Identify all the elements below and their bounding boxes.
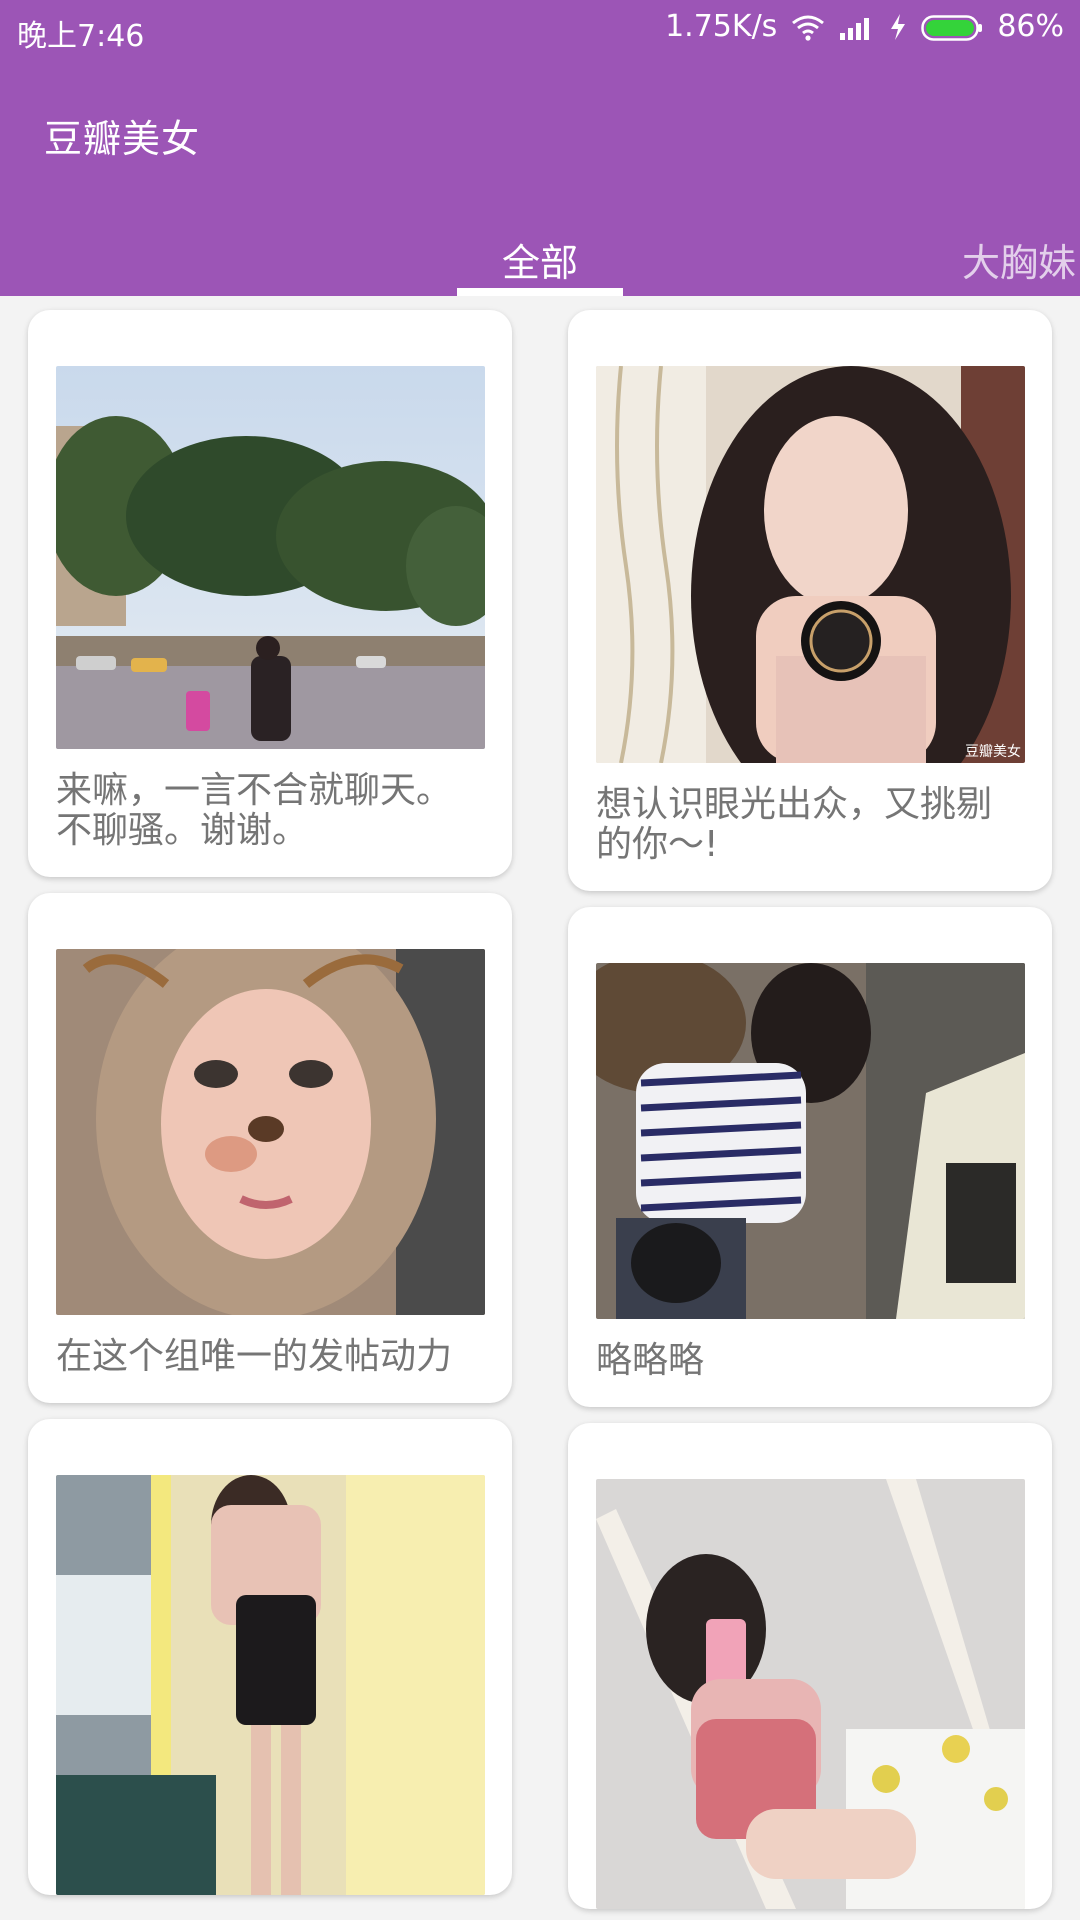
feed-card[interactable]: 豆瓣美女 想认识眼光出众，又挑剔的你～! bbox=[568, 310, 1052, 891]
mirror-selfie-photo bbox=[56, 1475, 485, 1895]
street-scene-photo bbox=[56, 366, 485, 749]
signal-icon bbox=[839, 14, 875, 40]
status-bar: 晚上7:46 1.75K/s 86% bbox=[0, 0, 1080, 58]
battery-icon bbox=[921, 14, 983, 41]
feed-column-right: 豆瓣美女 想认识眼光出众，又挑剔的你～! 略略略 bbox=[568, 310, 1052, 1920]
tab-big-chest[interactable]: 大胸妹 bbox=[962, 232, 1076, 287]
photo-feed[interactable]: 来嘛，一言不合就聊天。不聊骚。谢谢。 在这个组唯一的发帖动力 豆瓣美女 想认识眼… bbox=[0, 296, 1080, 1920]
card-caption: 在这个组唯一的发帖动力 bbox=[56, 1336, 453, 1377]
deer-filter-selfie-photo bbox=[56, 949, 485, 1315]
striped-shirt-photo bbox=[596, 963, 1025, 1319]
feed-card[interactable]: 来嘛，一言不合就聊天。不聊骚。谢谢。 bbox=[28, 310, 512, 877]
card-caption: 来嘛，一言不合就聊天。不聊骚。谢谢。 bbox=[56, 770, 453, 851]
tab-indicator bbox=[457, 288, 623, 296]
card-caption: 略略略 bbox=[596, 1340, 705, 1381]
feed-card[interactable]: 略略略 bbox=[568, 907, 1052, 1407]
status-time: 晚上7:46 bbox=[17, 19, 145, 54]
charging-bolt-icon bbox=[889, 13, 907, 41]
card-caption: 想认识眼光出众，又挑剔的你～! bbox=[596, 784, 993, 865]
feed-column-left: 来嘛，一言不合就聊天。不聊骚。谢谢。 在这个组唯一的发帖动力 bbox=[28, 310, 512, 1911]
bedroom-mirror-photo bbox=[596, 1479, 1025, 1909]
page-title: 豆瓣美女 bbox=[44, 117, 201, 161]
cushion-compact-photo: 豆瓣美女 bbox=[596, 366, 1025, 763]
wifi-icon bbox=[791, 14, 825, 41]
photo-watermark: 豆瓣美女 bbox=[965, 744, 1021, 760]
battery-percent: 86% bbox=[997, 9, 1064, 44]
app-bar: 晚上7:46 1.75K/s 86% 豆瓣美女 全部 大胸妹 bbox=[0, 0, 1080, 296]
tab-bar: 全部 大胸妹 bbox=[0, 218, 1080, 296]
tab-all[interactable]: 全部 bbox=[502, 232, 578, 287]
status-right: 1.75K/s 86% bbox=[665, 9, 1064, 44]
feed-card[interactable] bbox=[568, 1423, 1052, 1909]
network-speed: 1.75K/s bbox=[665, 9, 778, 44]
feed-card[interactable]: 在这个组唯一的发帖动力 bbox=[28, 893, 512, 1403]
feed-card[interactable] bbox=[28, 1419, 512, 1895]
